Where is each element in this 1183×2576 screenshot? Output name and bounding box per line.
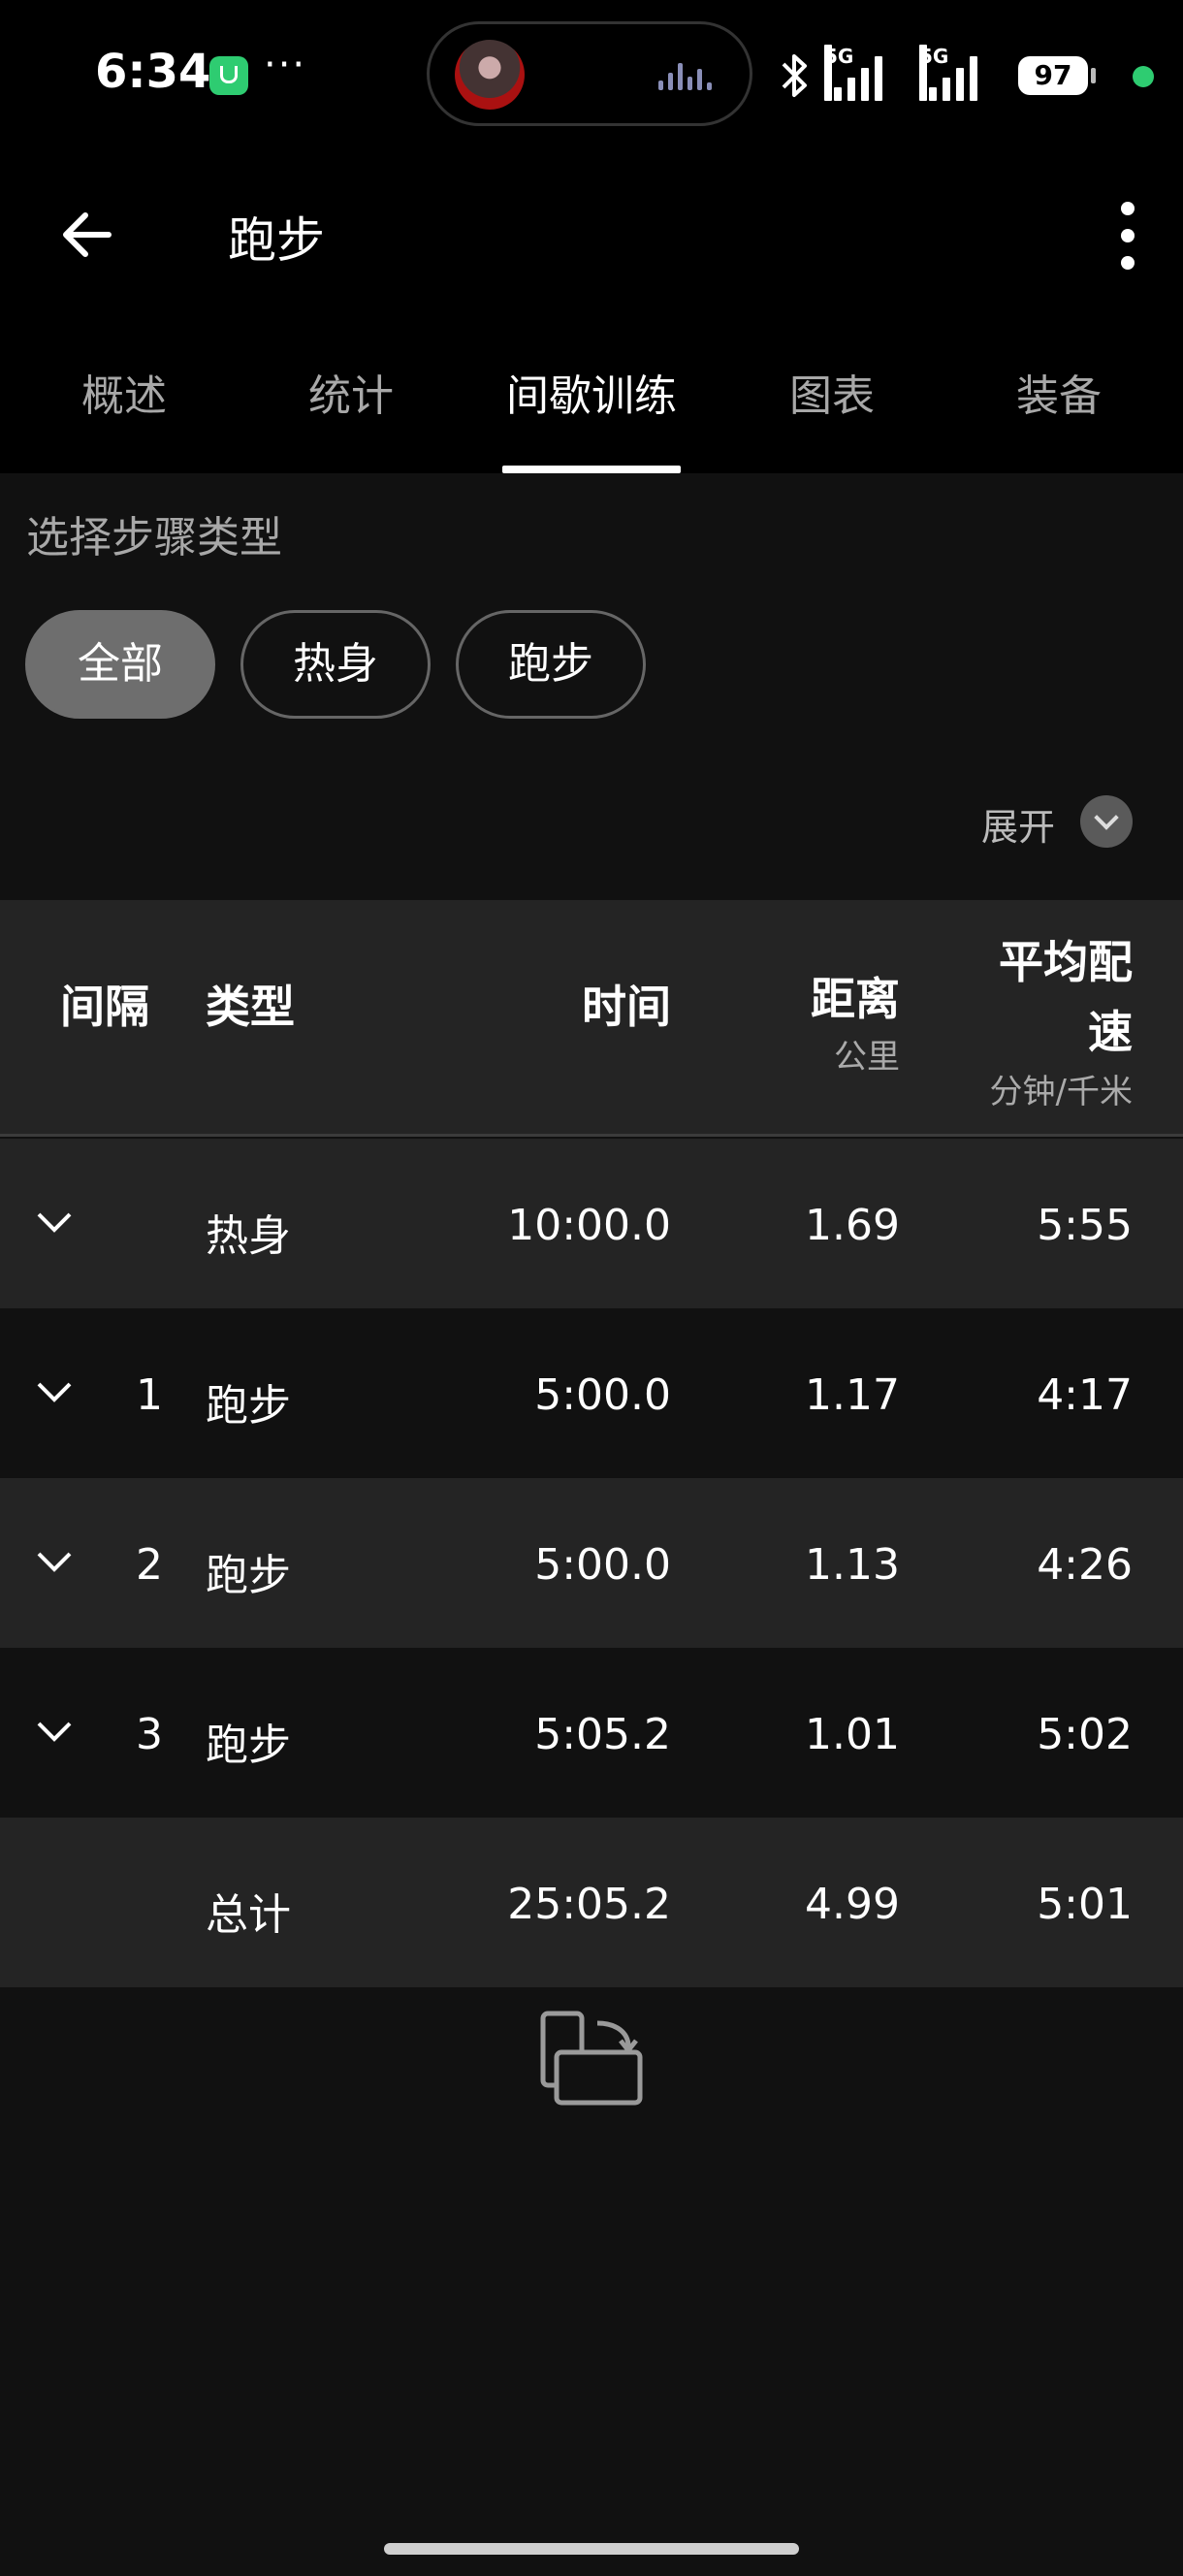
more-vert-icon[interactable] (1113, 202, 1142, 270)
tab-bar: 概述 统计 间歇训练 图表 装备 (0, 330, 1183, 473)
cellular-signal-icon: 5G (824, 45, 902, 101)
row-interval: 3 (136, 1710, 163, 1759)
privacy-indicator-dot (1133, 66, 1154, 87)
tab-overview[interactable]: 概述 (81, 361, 167, 423)
chevron-down-icon[interactable] (35, 1372, 74, 1411)
expand-label[interactable]: 展开 (981, 797, 1055, 851)
more-notifications-icon: ··· (264, 43, 307, 87)
header-pace-line2: 速 (1088, 1006, 1133, 1058)
cellular-signal-icon-2: 5G (919, 45, 997, 101)
mi-home-icon (209, 56, 248, 95)
row-interval: 1 (136, 1370, 163, 1420)
media-thumbnail (455, 40, 525, 110)
total-distance: 4.99 (805, 1880, 900, 1929)
row-interval: 2 (136, 1540, 163, 1590)
row-distance: 1.17 (805, 1370, 900, 1420)
chip-run[interactable]: 跑步 (456, 610, 646, 719)
chevron-down-icon[interactable] (35, 1712, 74, 1751)
app-bar: 跑步 (0, 145, 1183, 330)
header-type: 类型 (206, 981, 295, 1033)
table-total-row: 总计 25:05.2 4.99 5:01 (0, 1818, 1183, 1987)
total-time: 25:05.2 (507, 1880, 671, 1929)
header-pace-unit: 分钟/千米 (989, 1073, 1133, 1111)
chevron-down-icon[interactable] (35, 1203, 74, 1241)
header-time: 时间 (582, 981, 671, 1033)
rotate-screen-icon[interactable] (539, 2010, 646, 2107)
row-pace: 5:55 (1037, 1201, 1133, 1250)
header-distance-unit: 公里 (834, 1038, 900, 1077)
tab-intervals[interactable]: 间歇训练 (506, 361, 677, 423)
row-type: 热身 (206, 1211, 291, 1261)
dynamic-island[interactable] (427, 21, 752, 126)
status-time: 6:34 (95, 45, 211, 99)
row-time: 10:00.0 (507, 1201, 671, 1250)
table-row[interactable]: 3 跑步 5:05.2 1.01 5:02 (0, 1648, 1183, 1818)
row-distance: 1.69 (805, 1201, 900, 1250)
back-arrow-icon[interactable] (58, 206, 116, 264)
active-tab-indicator (502, 466, 681, 473)
chevron-down-icon[interactable] (35, 1542, 74, 1581)
row-pace: 4:26 (1037, 1540, 1133, 1590)
row-pace: 4:17 (1037, 1370, 1133, 1420)
filter-label: 选择步骤类型 (26, 513, 282, 563)
bluetooth-icon (782, 54, 807, 97)
home-indicator[interactable] (384, 2543, 799, 2555)
row-pace: 5:02 (1037, 1710, 1133, 1759)
battery-indicator: 97 (1018, 56, 1096, 95)
row-time: 5:00.0 (534, 1540, 671, 1590)
chip-warmup[interactable]: 热身 (240, 610, 431, 719)
header-distance: 距离 (811, 973, 900, 1025)
table-row[interactable]: 2 跑步 5:00.0 1.13 4:26 (0, 1478, 1183, 1648)
row-distance: 1.13 (805, 1540, 900, 1590)
audio-wave-icon (658, 63, 717, 90)
row-distance: 1.01 (805, 1710, 900, 1759)
row-type: 跑步 (206, 1721, 291, 1770)
row-type: 跑步 (206, 1381, 291, 1431)
table-header: 间隔 类型 时间 距离 公里 平均配 速 分钟/千米 (0, 900, 1183, 1137)
row-time: 5:05.2 (534, 1710, 671, 1759)
tab-charts[interactable]: 图表 (789, 361, 875, 423)
chip-all[interactable]: 全部 (25, 610, 215, 719)
tab-gear[interactable]: 装备 (1016, 361, 1102, 423)
header-pace-line1: 平均配 (999, 936, 1133, 988)
page-title: 跑步 (228, 212, 325, 269)
chevron-down-icon[interactable] (1080, 795, 1133, 848)
table-row[interactable]: 热身 10:00.0 1.69 5:55 (0, 1139, 1183, 1308)
table-row[interactable]: 1 跑步 5:00.0 1.17 4:17 (0, 1308, 1183, 1478)
total-label: 总计 (206, 1890, 291, 1940)
status-bar: 6:34 ··· 5G 5G 97 (0, 0, 1183, 145)
header-interval: 间隔 (60, 981, 149, 1033)
total-pace: 5:01 (1037, 1880, 1133, 1929)
row-type: 跑步 (206, 1551, 291, 1600)
tab-stats[interactable]: 统计 (308, 361, 394, 423)
row-time: 5:00.0 (534, 1370, 671, 1420)
